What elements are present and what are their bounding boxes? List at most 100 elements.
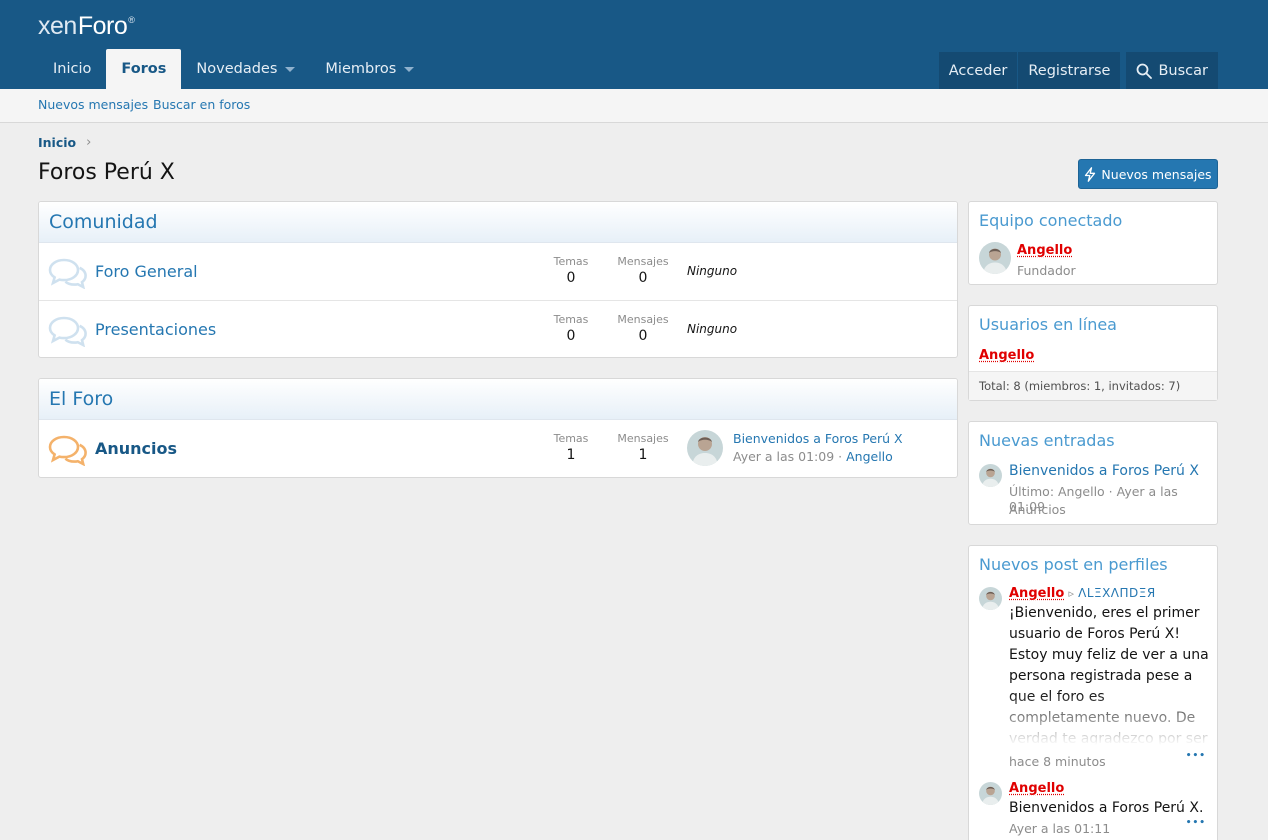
threads-count: 1 [566,447,576,463]
chat-bubbles-icon [48,258,87,289]
messages-count: 0 [638,328,648,344]
messages-label: Mensajes [617,313,669,326]
user-avatar-image [979,587,1002,610]
logo-text-xen: xen [38,12,77,40]
avatar[interactable] [687,430,723,466]
threads-count: 0 [566,270,576,286]
sidebar-online-users: Usuarios en línea Angello Total: 8 (miem… [968,305,1218,401]
last-post-time[interactable]: Ayer a las 01:09 [733,449,834,464]
last-post-user-link[interactable]: Angello [846,449,893,464]
last-post-title-link[interactable]: Bienvenidos a Foros Perú X [733,431,903,446]
search-button-label: Buscar [1158,62,1208,79]
last-post-none: Ninguno [687,322,738,336]
messages-count: 0 [638,270,648,286]
new-messages-button-label: Nuevos mensajes [1101,166,1212,182]
chat-bubbles-icon [48,435,87,466]
sidebar-block-title[interactable]: Nuevas entradas [969,422,1217,450]
profile-post-time[interactable]: hace 8 minutos [1009,754,1106,769]
page-title: Foros Perú X [38,160,175,185]
nav-tab-label: Miembros [325,61,397,77]
profile-post-body: ¡Bienvenido, eres el primer usuario de F… [1009,605,1209,745]
site-header: xenForo® Inicio Foros Novedades Miembros… [0,0,1268,89]
category-title[interactable]: El Foro [39,379,957,420]
search-icon [1137,63,1153,79]
sidebar-profile-posts: Nuevos post en perfiles Angello ▹ ΛLΞXΛП… [968,545,1218,840]
chevron-down-icon[interactable] [285,66,296,72]
login-button[interactable]: Acceder [938,52,1018,89]
main-nav: Inicio Foros Novedades Miembros [38,49,429,89]
nav-tab-novedades[interactable]: Novedades [181,49,310,89]
chat-bubbles-icon [48,316,87,347]
messages-label: Mensajes [617,432,669,445]
threads-count: 0 [566,328,576,344]
threads-label: Temas [553,255,589,268]
user-avatar-image [979,464,1002,487]
profile-post-header: Angello ▹ ΛLΞXΛПDΞЯ [1009,586,1156,601]
more-options-icon[interactable]: ••• [1186,751,1206,761]
nav-tab-label: Inicio [53,61,92,77]
site-logo[interactable]: xenForo® [38,12,135,41]
new-post-forum[interactable]: Anuncios [1009,502,1066,517]
messages-count: 1 [638,447,648,463]
avatar[interactable] [979,587,1002,610]
online-total: Total: 8 (miembros: 1, invitados: 7) [969,371,1217,400]
nav-tab-foros[interactable]: Foros [106,49,182,89]
forum-title-link[interactable]: Presentaciones [95,320,216,339]
forum-node: Anuncios Temas 1 Mensajes 1 Bienvenidos … [39,420,957,477]
avatar[interactable] [979,242,1011,274]
staff-username-link[interactable]: Angello [1017,243,1072,258]
new-post-thread-link[interactable]: Bienvenidos a Foros Perú X [1009,463,1199,479]
forum-title-link[interactable]: Foro General [95,262,198,281]
triangle-right-icon: ▹ [1068,587,1074,600]
profile-post-time[interactable]: Ayer a las 01:11 [1009,821,1110,836]
last-post-separator: · [834,449,847,464]
search-button[interactable]: Buscar [1126,52,1218,89]
user-avatar-image [687,430,723,466]
forum-title-link[interactable]: Anuncios [95,439,177,458]
subnav-new-messages-link[interactable]: Nuevos mensajes [38,97,148,112]
category-title-text: Comunidad [49,211,158,233]
category-el-foro: El Foro Anuncios Temas 1 Mensajes 1 Bien… [38,378,958,478]
bolt-icon [1085,166,1096,182]
profile-post-body: Bienvenidos a Foros Perú X. [1009,800,1204,816]
logo-text-foro: Foro [77,12,128,40]
chevron-down-icon[interactable] [404,66,415,72]
more-options-icon[interactable]: ••• [1186,818,1206,828]
category-title[interactable]: Comunidad [39,202,957,243]
profile-post-author-link[interactable]: Angello [1009,586,1064,601]
avatar[interactable] [979,464,1002,487]
sidebar-block-title[interactable]: Usuarios en línea [969,306,1217,334]
messages-stat: Mensajes 1 [608,432,678,463]
sidebar-block-title[interactable]: Equipo conectado [969,202,1217,230]
breadcrumb-home-link[interactable]: Inicio [38,135,76,150]
nav-tab-label: Novedades [196,61,278,77]
profile-post-target-link[interactable]: ΛLΞXΛПDΞЯ [1078,586,1156,600]
last-post-meta: Ayer a las 01:09 · Angello [733,449,903,464]
subnav-search-forums-link[interactable]: Buscar en foros [153,97,250,112]
logo-registered-mark: ® [128,15,135,25]
profile-post-author-link[interactable]: Angello [1009,781,1064,796]
nav-tab-inicio[interactable]: Inicio [38,49,106,89]
avatar[interactable] [979,782,1002,805]
forum-node: Foro General Temas 0 Mensajes 0 Ninguno [39,243,957,301]
messages-label: Mensajes [617,255,669,268]
user-nav: Acceder Registrarse Buscar [938,52,1218,89]
sidebar-block-title[interactable]: Nuevos post en perfiles [969,546,1217,574]
user-avatar-image [979,782,1002,805]
messages-stat: Mensajes 0 [608,313,678,344]
threads-stat: Temas 0 [536,255,606,286]
register-button[interactable]: Registrarse [1017,52,1121,89]
threads-label: Temas [553,313,589,326]
sidebar-new-posts: Nuevas entradas Bienvenidos a Foros Perú… [968,421,1218,525]
threads-label: Temas [553,432,589,445]
threads-stat: Temas 1 [536,432,606,463]
user-avatar-image [979,242,1011,274]
online-username-link[interactable]: Angello [979,348,1034,363]
nav-tab-miembros[interactable]: Miembros [310,49,429,89]
messages-stat: Mensajes 0 [608,255,678,286]
last-post-none: Ninguno [687,264,738,278]
last-post: Bienvenidos a Foros Perú X Ayer a las 01… [733,431,903,464]
new-messages-button[interactable]: Nuevos mensajes [1078,159,1218,189]
breadcrumb: Inicio › [38,135,91,150]
chevron-right-icon: › [86,135,92,150]
